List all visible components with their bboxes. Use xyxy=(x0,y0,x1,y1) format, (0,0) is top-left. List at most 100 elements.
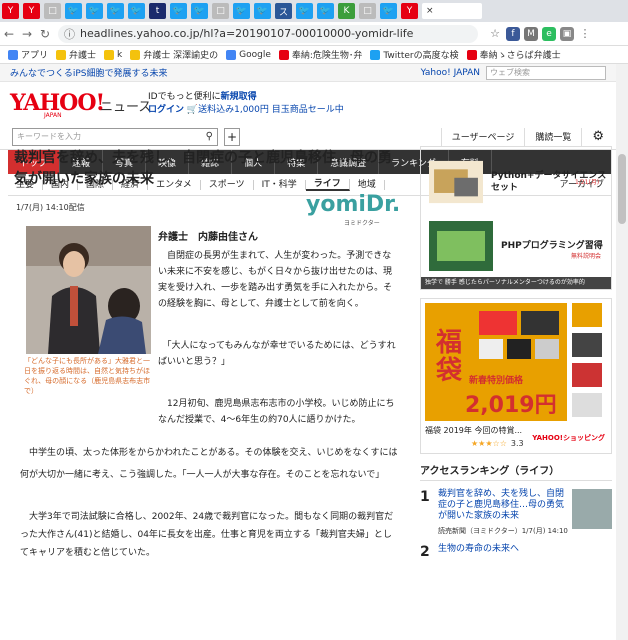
user-buttons: ユーザーページ 購読一覧 ⚙ xyxy=(440,127,614,146)
ranking-thumbnail[interactable] xyxy=(571,489,612,529)
yahoo-japan-link[interactable]: Yahoo! JAPAN xyxy=(421,68,480,78)
web-search-input[interactable]: ウェブ検索 xyxy=(486,65,606,80)
forward-icon[interactable]: → xyxy=(18,27,36,41)
id-promo-text: IDでもっと便利に xyxy=(148,92,221,102)
sale-link[interactable]: 送料込み1,000円 目玉商品セール中 xyxy=(198,105,344,115)
ad-item-python[interactable]: Python+データサイエンスセット 1/21(月) xyxy=(421,153,611,211)
article-paragraph: 12月初旬、鹿児島県志布志市の小学校。いじめ防止にちなんだ授業で、4〜6年生の約… xyxy=(158,399,395,425)
article-title: 裁判官を辞め、夫を残し、自閉症の子と鹿児島移住…母の勇気が開いた家族の未来 xyxy=(14,150,392,187)
ad-banner-fukubukuro[interactable]: 福袋 新春特別価格 2,019円 福袋 2019年 今回の特賞... ★★★☆☆… xyxy=(420,298,612,454)
bookmark-item[interactable]: Twitterの高度な検 xyxy=(370,48,459,61)
bookmark-icon xyxy=(226,49,237,60)
yahoo-logo-sub: JAPAN xyxy=(44,112,62,119)
gear-icon[interactable]: ⚙ xyxy=(581,127,614,146)
browser-tab[interactable]: 🐦 xyxy=(107,3,124,19)
back-icon[interactable]: ← xyxy=(0,27,18,41)
register-link[interactable]: 新規取得 xyxy=(221,92,257,102)
browser-tab[interactable]: Y xyxy=(23,3,40,19)
browser-tab[interactable]: 🐦 xyxy=(128,3,145,19)
article-paragraph: 自閉症の長男が生まれて、人生が変わった。予測できない未来に不安を感じ、もがく日々… xyxy=(158,251,393,309)
login-link[interactable]: ログイン xyxy=(148,105,184,115)
browser-tab[interactable]: 🐦 xyxy=(380,3,397,19)
browser-tab[interactable]: 🐦 xyxy=(296,3,313,19)
python-ad-image xyxy=(429,160,483,204)
pocket-icon[interactable]: M xyxy=(524,26,538,41)
browser-tab[interactable]: 🐦 xyxy=(317,3,334,19)
extension-icon[interactable]: ▣ xyxy=(560,26,574,41)
promo-link[interactable]: みんなでつくるiPS細胞で発展する未来 xyxy=(10,66,167,79)
bookmark-label: 弁護士 xyxy=(69,51,97,61)
bookmark-item[interactable]: k xyxy=(104,49,122,60)
browser-tab[interactable]: ス xyxy=(275,3,292,19)
php-ad-note: 無料説明会 xyxy=(571,253,602,260)
bookmark-item[interactable]: アプリ xyxy=(8,48,48,61)
browser-tab[interactable]: □ xyxy=(44,3,61,19)
info-icon[interactable]: ⓘ xyxy=(64,26,75,42)
evernote-icon[interactable]: e xyxy=(542,26,556,41)
address-bar: ← → ↻ ⓘ headlines.yahoo.co.jp/hl?a=20190… xyxy=(0,22,628,46)
browser-tab[interactable]: Y xyxy=(401,3,418,19)
bookmark-item[interactable]: 奉納ゝさらば弁護士 xyxy=(466,48,561,61)
yomidr-logo[interactable]: yomiDr. ヨミドクター xyxy=(306,192,400,227)
browser-tab[interactable]: 🐦 xyxy=(254,3,271,19)
ranking-meta: 読売新聞（ヨミドクター）1/7(月) 14:10 xyxy=(438,527,568,535)
photo-illustration xyxy=(26,226,151,354)
url-field[interactable]: ⓘ headlines.yahoo.co.jp/hl?a=20190107-00… xyxy=(58,24,478,43)
active-tab-close-icon[interactable]: × xyxy=(422,3,482,19)
bookmark-label: アプリ xyxy=(21,51,49,61)
browser-tab[interactable]: 🐦 xyxy=(170,3,187,19)
section-title[interactable]: ニュース xyxy=(100,96,151,115)
article-photo[interactable] xyxy=(26,226,151,354)
browser-tab[interactable]: K xyxy=(338,3,355,19)
keyword-placeholder: キーワードを入力 xyxy=(17,132,81,141)
extension-icons: ☆ f M e ▣ ⋮ xyxy=(488,26,596,41)
bookmark-icon xyxy=(8,49,18,60)
browser-tab[interactable]: □ xyxy=(359,3,376,19)
ad-item-php[interactable]: PHPプログラミング習得 無料説明会 xyxy=(421,217,611,275)
menu-icon[interactable]: ⋮ xyxy=(578,27,592,41)
bookmark-item[interactable]: Google xyxy=(226,49,271,60)
browser-tab[interactable]: 🐦 xyxy=(233,3,250,19)
bookmark-icon xyxy=(466,49,477,60)
bookmark-item[interactable]: 弁護士 深澤諭史の xyxy=(130,48,218,61)
browser-tab[interactable]: 🐦 xyxy=(191,3,208,19)
reload-icon[interactable]: ↻ xyxy=(36,27,54,41)
ranking-title[interactable]: 生物の寿命の未来へ xyxy=(438,544,564,560)
rating-value: 3.3 xyxy=(510,439,524,448)
thumbnail[interactable] xyxy=(572,303,602,327)
search-icon[interactable]: ⚲ xyxy=(206,131,213,142)
article-paragraph: 中学生の頃、太った体形をからかわれたことがある。その体験を交え、いじめをなくすに… xyxy=(20,448,398,480)
subscription-button[interactable]: 購読一覧 xyxy=(524,127,581,146)
bookmark-item[interactable]: 弁護士 xyxy=(56,48,96,61)
thumbnail[interactable] xyxy=(572,363,602,387)
browser-tab[interactable]: □ xyxy=(212,3,229,19)
facebook-icon[interactable]: f xyxy=(506,26,520,41)
browser-tab[interactable]: 🐦 xyxy=(65,3,82,19)
top-strip: みんなでつくるiPS細胞で発展する未来 Yahoo! JAPAN ウェブ検索 xyxy=(0,64,628,82)
browser-tab[interactable]: t xyxy=(149,3,166,19)
ranking-item[interactable]: 2 生物の寿命の未来へ xyxy=(420,544,612,560)
thumbnail[interactable] xyxy=(572,393,602,417)
ranking-title[interactable]: 裁判官を辞め、夫を残し、自閉症の子と鹿児島移住…母の勇気が開いた家族の未来 xyxy=(438,489,564,522)
rating-stars-glyphs: ★★★☆☆ xyxy=(471,439,507,448)
scrollbar[interactable] xyxy=(616,64,628,640)
article-author: 弁護士 内藤由佳さん xyxy=(158,232,258,243)
bookmark-icon xyxy=(130,49,141,60)
user-page-button[interactable]: ユーザーページ xyxy=(440,127,525,146)
browser-tab-bar: Y Y □ 🐦 🐦 🐦 🐦 t 🐦 🐦 □ 🐦 🐦 ス 🐦 🐦 K □ 🐦 Y × xyxy=(0,0,628,22)
ranking-item[interactable]: 1 裁判官を辞め、夫を残し、自閉症の子と鹿児島移住…母の勇気が開いた家族の未来 … xyxy=(420,489,612,536)
ranking-header: アクセスランキング（ライフ） xyxy=(420,462,612,481)
thumbnail[interactable] xyxy=(572,333,602,357)
photo-caption: 「どんな子にも長所がある」大雅君と一日を振り返る時間は、自然と気持ちがほぐれ、母… xyxy=(24,357,151,395)
products-illustration xyxy=(479,311,559,359)
url-text: headlines.yahoo.co.jp/hl?a=20190107-0001… xyxy=(80,27,414,40)
browser-tab[interactable]: 🐦 xyxy=(86,3,103,19)
browser-tab[interactable]: Y xyxy=(2,3,19,19)
ad-thumbnails xyxy=(567,303,607,423)
bookmark-label: Twitterの高度な検 xyxy=(383,51,459,61)
bookmark-icon xyxy=(278,49,289,60)
bookmark-item[interactable]: 奉納:危険生物･弁 xyxy=(278,48,362,61)
ad-banner-programming[interactable]: Python+データサイエンスセット 1/21(月) PHPプログラミング習得 … xyxy=(420,146,612,290)
scrollbar-thumb[interactable] xyxy=(618,154,626,224)
star-icon[interactable]: ☆ xyxy=(488,27,502,41)
